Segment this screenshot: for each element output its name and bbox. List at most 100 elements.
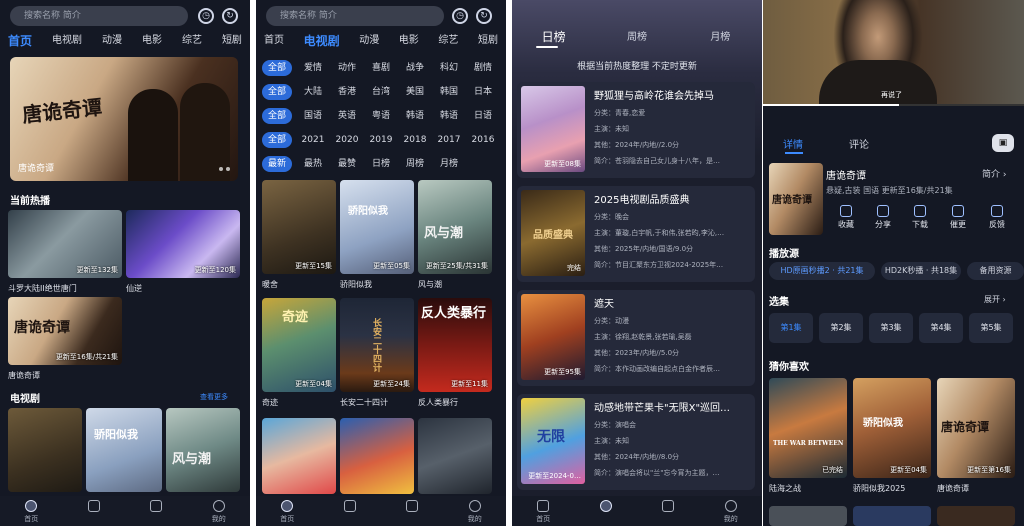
filter-chip[interactable]: 日本 [466, 84, 500, 100]
filter-chip[interactable]: 韩语 [398, 108, 432, 124]
poster-card[interactable] [340, 418, 414, 494]
nav-short[interactable]: 短剧 [222, 33, 242, 49]
poster-card[interactable] [262, 418, 336, 494]
filter-chip[interactable]: 最新 [262, 156, 292, 172]
filter-chip[interactable]: 全部 [262, 84, 292, 100]
filter-chip[interactable]: 2016 [466, 132, 500, 148]
tab-schedule[interactable] [650, 500, 686, 514]
nav-variety[interactable]: 综艺 [438, 33, 458, 49]
poster-card[interactable] [418, 418, 492, 494]
filter-chip[interactable]: 美国 [398, 84, 432, 100]
search-input[interactable]: 搜索名称 简介 [10, 6, 188, 26]
poster-card[interactable]: 更新至15集 [262, 180, 336, 274]
tab-rank[interactable] [588, 500, 624, 514]
filter-chip[interactable]: 大陆 [296, 84, 330, 100]
filter-chip[interactable]: 剧情 [466, 60, 500, 76]
filter-chip[interactable]: 最赞 [330, 156, 364, 172]
tab-home[interactable]: 首页 [269, 500, 305, 524]
episode-chip[interactable]: 第3集 [869, 313, 913, 343]
video-progress[interactable] [763, 104, 1024, 106]
nav-tv[interactable]: 电视剧 [304, 33, 340, 49]
tab-mine[interactable]: 我的 [713, 500, 749, 524]
filter-chip[interactable]: 动作 [330, 60, 364, 76]
poster-card[interactable]: 风与潮 更新至25集/共31集 [418, 180, 492, 274]
poster-card[interactable]: 骄阳似我 更新至04集 [853, 378, 931, 478]
ranking-card[interactable]: 更新至08集 野狐狸与高岭花谁会先掉马 分类：青春,恋爱 主演：未知 其他：20… [517, 82, 755, 178]
filter-chip[interactable]: 喜剧 [364, 60, 398, 76]
poster-card[interactable]: THE WAR BETWEEN 已完结 [769, 378, 847, 478]
cast-icon[interactable]: ▣ [992, 134, 1014, 152]
tab-home[interactable]: 首页 [13, 500, 49, 524]
poster-card[interactable]: 唐诡奇谭 更新至第16集 [937, 378, 1015, 478]
tab-rank[interactable] [332, 500, 368, 514]
refresh-icon[interactable]: ↻ [476, 8, 492, 24]
episode-chip[interactable]: 第1集 [769, 313, 813, 343]
poster-card[interactable] [937, 506, 1015, 526]
tab-comments[interactable]: 评论 [849, 136, 869, 151]
filter-chip[interactable]: 韩语 [432, 108, 466, 124]
search-input[interactable]: 搜索名称 简介 [266, 6, 444, 26]
filter-chip[interactable]: 香港 [330, 84, 364, 100]
filter-chip[interactable]: 2019 [364, 132, 398, 148]
download-button[interactable]: 下载 [905, 205, 935, 230]
filter-chip[interactable]: 爱情 [296, 60, 330, 76]
nav-movie[interactable]: 电影 [142, 33, 162, 49]
nav-anime[interactable]: 动漫 [359, 33, 379, 49]
intro-link[interactable]: 简介 › [982, 167, 1006, 180]
poster-card[interactable] [769, 506, 847, 526]
poster-card[interactable]: 更新至120集 [126, 210, 240, 278]
share-button[interactable]: 分享 [868, 205, 898, 230]
episode-chip[interactable]: 第2集 [819, 313, 863, 343]
nav-variety[interactable]: 综艺 [182, 33, 202, 49]
filter-chip[interactable]: 2020 [330, 132, 364, 148]
filter-chip[interactable]: 台湾 [364, 84, 398, 100]
filter-chip[interactable]: 全部 [262, 60, 292, 76]
filter-chip[interactable]: 2021 [296, 132, 330, 148]
tab-home[interactable]: 首页 [525, 500, 561, 524]
poster-card[interactable]: 骄阳似我 更新至05集 [340, 180, 414, 274]
poster-card[interactable]: 反人类暴行 更新至11集 [418, 298, 492, 392]
history-icon[interactable]: ◷ [198, 8, 214, 24]
tab-mine[interactable]: 我的 [457, 500, 493, 524]
poster-card[interactable] [853, 506, 931, 526]
tab-rank[interactable] [76, 500, 112, 514]
tab-daily[interactable]: 日榜 [512, 28, 595, 45]
history-icon[interactable]: ◷ [452, 8, 468, 24]
filter-chip[interactable]: 全部 [262, 108, 292, 124]
source-chip[interactable]: HD2K秒播 · 共18集 [881, 262, 961, 280]
favorite-button[interactable]: 收藏 [831, 205, 861, 230]
tab-monthly[interactable]: 月榜 [679, 28, 762, 45]
feedback-button[interactable]: 反馈 [982, 205, 1012, 230]
hero-banner[interactable]: 唐诡奇谭 唐诡奇谭 [10, 57, 238, 181]
filter-chip[interactable]: 日榜 [364, 156, 398, 172]
filter-chip[interactable]: 粤语 [364, 108, 398, 124]
tab-weekly[interactable]: 周榜 [595, 28, 678, 45]
nav-tv[interactable]: 电视剧 [52, 33, 82, 49]
nav-home[interactable]: 首页 [8, 33, 32, 49]
filter-chip[interactable]: 科幻 [432, 60, 466, 76]
poster-card[interactable]: 长安二十四计 更新至24集 [340, 298, 414, 392]
see-more-link[interactable]: 查看更多 [200, 392, 228, 402]
episode-chip[interactable]: 第4集 [919, 313, 963, 343]
filter-chip[interactable]: 英语 [330, 108, 364, 124]
tab-schedule[interactable] [394, 500, 430, 514]
filter-chip[interactable]: 战争 [398, 60, 432, 76]
filter-chip[interactable]: 日语 [466, 108, 500, 124]
filter-chip[interactable]: 韩国 [432, 84, 466, 100]
poster-card[interactable]: 奇迹 更新至04集 [262, 298, 336, 392]
filter-chip[interactable]: 2018 [398, 132, 432, 148]
filter-chip[interactable]: 国语 [296, 108, 330, 124]
refresh-icon[interactable]: ↻ [222, 8, 238, 24]
poster-card[interactable]: 骄阳似我 [86, 408, 162, 492]
nav-anime[interactable]: 动漫 [102, 33, 122, 49]
video-player[interactable]: 再说了 [763, 0, 1024, 106]
filter-chip[interactable]: 月榜 [432, 156, 466, 172]
ranking-card[interactable]: 无限 更新至2024-0… 动感地带芒果卡"无限X"巡回… 分类：演唱会 主演：… [517, 394, 755, 490]
source-chip[interactable]: 备用资源 [967, 262, 1024, 280]
ranking-card[interactable]: 品质盛典 完结 2025电视剧品质盛典 分类：晚会 主演：董璇,白宇帆,于和伟,… [517, 186, 755, 282]
urge-update-button[interactable]: 催更 [943, 205, 973, 230]
nav-home[interactable]: 首页 [264, 33, 284, 49]
episode-chip[interactable]: 第5集 [969, 313, 1013, 343]
nav-movie[interactable]: 电影 [399, 33, 419, 49]
nav-short[interactable]: 短剧 [478, 33, 498, 49]
